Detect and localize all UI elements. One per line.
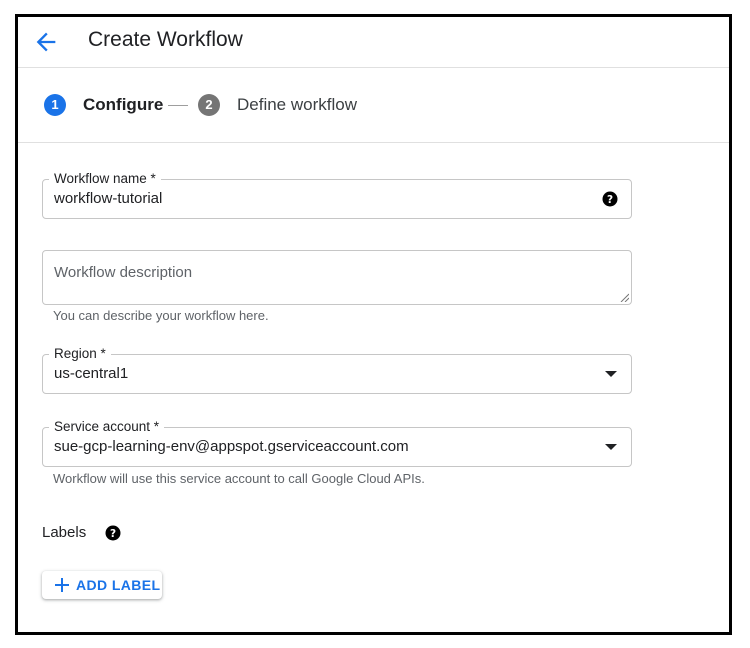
region-label: Region * [49, 345, 111, 363]
back-button[interactable] [32, 28, 60, 56]
add-label-button[interactable]: ADD LABEL [42, 571, 162, 599]
add-label-text: ADD LABEL [76, 577, 161, 593]
service-account-select[interactable]: Service account * sue-gcp-learning-env@a… [42, 418, 632, 467]
step-connector [168, 105, 188, 106]
svg-text:?: ? [110, 528, 116, 540]
step-1-number: 1 [44, 94, 66, 116]
region-select[interactable]: Region * us-central1 [42, 345, 632, 394]
dropdown-arrow-icon [605, 371, 617, 377]
labels-title: Labels [42, 524, 87, 541]
stepper: 1 Configure 2 Define workflow [18, 68, 729, 143]
plus-icon [55, 578, 69, 592]
help-icon[interactable]: ? [104, 524, 122, 542]
step-1-label: Configure [83, 95, 164, 114]
service-account-helper: Workflow will use this service account t… [53, 471, 425, 486]
step-2-number: 2 [198, 94, 220, 116]
page-header: Create Workflow [18, 17, 729, 68]
dropdown-arrow-icon [605, 444, 617, 450]
workflow-name-input[interactable]: workflow-tutorial [54, 189, 162, 209]
workflow-description-helper: You can describe your workflow here. [53, 308, 269, 323]
page-title: Create Workflow [88, 28, 243, 51]
workflow-name-field[interactable]: Workflow name * workflow-tutorial ? [42, 170, 632, 219]
svg-text:?: ? [607, 194, 613, 206]
workflow-description-input[interactable]: Workflow description [54, 263, 192, 283]
help-icon[interactable]: ? [601, 190, 619, 208]
workflow-name-label: Workflow name * [49, 170, 161, 188]
resize-handle-icon[interactable] [619, 292, 629, 302]
step-2-label[interactable]: Define workflow [237, 95, 357, 115]
region-value: us-central1 [54, 365, 129, 382]
service-account-label: Service account * [49, 418, 165, 436]
workflow-description-field[interactable]: Workflow description [42, 250, 632, 305]
page-frame: Create Workflow 1 Configure 2 Define wor… [15, 14, 732, 635]
back-arrow-icon [36, 32, 56, 52]
service-account-value: sue-gcp-learning-env@appspot.gserviceacc… [54, 438, 409, 455]
